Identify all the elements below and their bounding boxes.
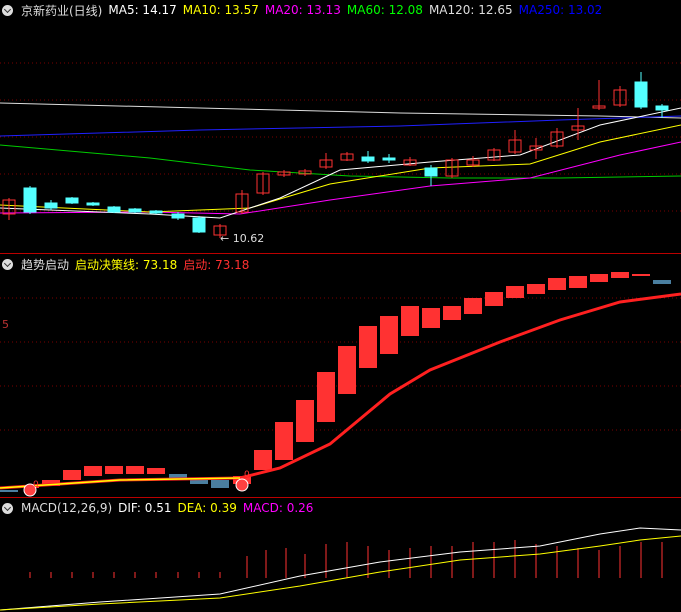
price-low-value: 10.62: [232, 232, 265, 245]
dea-line: [0, 535, 681, 611]
trend-bar: [338, 346, 356, 394]
trend-chart: [0, 272, 681, 497]
trend-bar: [464, 298, 482, 314]
trend-bar: [632, 274, 650, 276]
trend-bar: [569, 276, 587, 288]
trend-bar: [0, 490, 18, 492]
trend-panel[interactable]: 趋势启动 启动决策线: 73.18 启动: 73.18 5 0 0: [0, 254, 681, 497]
trend-bar: [84, 466, 102, 476]
trend-bar: [527, 284, 545, 294]
ma10-label: MA10: 13.57: [182, 3, 259, 17]
dif-label: DIF: 0.51: [118, 501, 172, 515]
price-panel[interactable]: 京新药业(日线) MA5: 14.17 MA10: 13.57 MA20: 13…: [0, 0, 681, 253]
trend-bar: [126, 466, 144, 474]
trend-bar: [105, 466, 123, 474]
price-header: 京新药业(日线) MA5: 14.17 MA10: 13.57 MA20: 13…: [0, 0, 602, 20]
trend-bar: [296, 400, 314, 442]
candle-body: [44, 202, 58, 209]
marker-label-2: 0: [244, 470, 250, 480]
start-label: 启动: 73.18: [183, 257, 250, 272]
ma120-label: MA120: 12.65: [428, 3, 513, 17]
trend-bar: [653, 280, 671, 284]
candle-body: [361, 156, 375, 162]
ma120-line: [0, 102, 681, 119]
macd-header: MACD(12,26,9) DIF: 0.51 DEA: 0.39 MACD: …: [0, 498, 313, 518]
ma5-label: MA5: 14.17: [108, 3, 177, 17]
trend-header: 趋势启动 启动决策线: 73.18 启动: 73.18: [0, 254, 249, 274]
dif-line: [0, 527, 681, 611]
candle-body: [634, 81, 648, 108]
trend-bar: [422, 308, 440, 328]
trend-bar: [443, 306, 461, 320]
candle-body: [86, 202, 100, 206]
stock-title: 京新药业(日线): [21, 3, 103, 18]
macd-value-label: MACD: 0.26: [242, 501, 314, 515]
candle-body: [171, 213, 185, 219]
candle-body: [424, 167, 438, 177]
trend-bar: [611, 272, 629, 278]
chevron-down-icon[interactable]: [2, 4, 13, 16]
candle-body: [107, 206, 121, 213]
trend-bar: [211, 480, 229, 488]
ma5-line: [0, 107, 681, 219]
marker-label-1: 0: [33, 480, 39, 490]
ma20-label: MA20: 13.13: [264, 3, 341, 17]
candle-body: [23, 187, 37, 213]
price-chart: [0, 62, 681, 238]
dea-label: DEA: 0.39: [177, 501, 237, 515]
macd-panel[interactable]: MACD(12,26,9) DIF: 0.51 DEA: 0.39 MACD: …: [0, 498, 681, 612]
trend-bar: [506, 286, 524, 298]
candle-body: [65, 197, 79, 204]
trend-bar: [380, 316, 398, 354]
trend-bar: [169, 474, 187, 478]
trend-bar: [275, 422, 293, 460]
macd-title: MACD(12,26,9): [21, 501, 113, 515]
candle-body: [382, 157, 396, 161]
candle-body: [128, 208, 142, 213]
ma60-label: MA60: 12.08: [346, 3, 423, 17]
trend-bar: [359, 326, 377, 368]
chevron-down-icon[interactable]: [2, 502, 13, 514]
chevron-down-icon[interactable]: [2, 258, 13, 270]
candle-body: [149, 210, 163, 214]
price-low-annotation: ← 10.62: [220, 232, 265, 245]
trend-bar: [548, 278, 566, 290]
trend-bar: [590, 274, 608, 282]
trend-bar: [401, 306, 419, 336]
trend-bar: [147, 468, 165, 474]
candle-body: [192, 217, 206, 233]
ma60-line: [0, 144, 681, 179]
candle-body: [655, 105, 669, 111]
trend-bar: [63, 470, 81, 480]
ma250-label: MA250: 13.02: [518, 3, 603, 17]
trend-bar: [317, 372, 335, 422]
trend-bar: [485, 292, 503, 306]
trend-title: 趋势启动: [21, 257, 70, 272]
axis-label: 5: [2, 318, 9, 331]
trend-bar: [254, 450, 272, 470]
decision-line-label: 启动决策线: 73.18: [75, 257, 178, 272]
signal-marker: [235, 478, 249, 492]
